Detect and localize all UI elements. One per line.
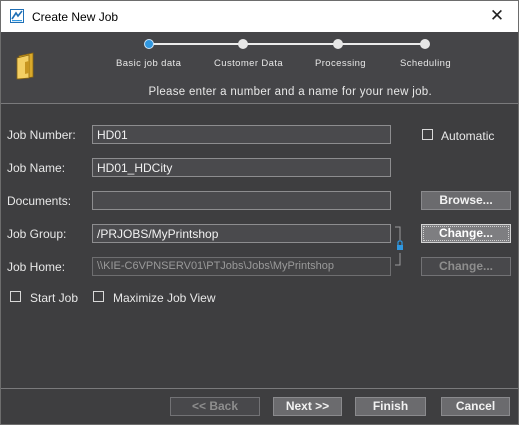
start-job-label: Start Job <box>30 291 79 305</box>
cancel-button[interactable]: Cancel <box>441 397 510 416</box>
header-divider <box>1 103 518 104</box>
app-icon <box>10 9 24 23</box>
instruction-text: Please enter a number and a name for you… <box>148 86 432 98</box>
finish-button[interactable]: Finish <box>355 397 426 416</box>
folder-icon <box>16 52 34 80</box>
step-dot-processing <box>333 39 343 49</box>
documents-field[interactable] <box>92 191 391 210</box>
window-title: Create New Job <box>32 10 119 24</box>
documents-label: Documents: <box>7 194 72 208</box>
lock-icon[interactable] <box>395 226 404 266</box>
step-label-processing: Processing <box>315 58 366 69</box>
footer-divider <box>1 388 518 389</box>
wizard-progress-line <box>149 43 426 45</box>
change-job-group-button[interactable]: Change... <box>421 224 511 243</box>
step-dot-scheduling <box>420 39 430 49</box>
maximize-job-view-label: Maximize Job View <box>113 291 216 305</box>
maximize-job-view-checkbox[interactable] <box>93 291 104 302</box>
job-number-label: Job Number: <box>7 128 76 142</box>
automatic-checkbox[interactable] <box>422 129 433 140</box>
automatic-label: Automatic <box>441 129 495 143</box>
step-label-customer-data: Customer Data <box>214 58 284 69</box>
next-button[interactable]: Next >> <box>273 397 342 416</box>
step-label-scheduling: Scheduling <box>400 58 452 69</box>
job-group-field[interactable]: /PRJOBS/MyPrintshop <box>92 224 391 243</box>
job-home-field: \\KIE-C6VPNSERV01\PTJobs\Jobs\MyPrintsho… <box>92 257 391 276</box>
job-home-label: Job Home: <box>7 260 66 274</box>
close-icon[interactable]: ✕ <box>484 4 510 28</box>
job-group-label: Job Group: <box>7 227 67 241</box>
change-job-home-button: Change... <box>421 257 511 276</box>
job-name-label: Job Name: <box>7 161 66 175</box>
step-dot-basic-job-data <box>144 39 154 49</box>
create-new-job-dialog: Create New Job ✕ Basic job data Customer… <box>0 0 519 425</box>
back-button: << Back <box>170 397 260 416</box>
browse-button[interactable]: Browse... <box>421 191 511 210</box>
title-bar: Create New Job ✕ <box>1 1 518 32</box>
wizard-header: Basic job data Customer Data Processing … <box>1 32 518 103</box>
job-name-field[interactable]: HD01_HDCity <box>92 158 391 177</box>
start-job-checkbox[interactable] <box>10 291 21 302</box>
step-label-basic-job-data: Basic job data <box>116 58 182 69</box>
job-number-field[interactable]: HD01 <box>92 125 391 144</box>
step-dot-customer-data <box>238 39 248 49</box>
